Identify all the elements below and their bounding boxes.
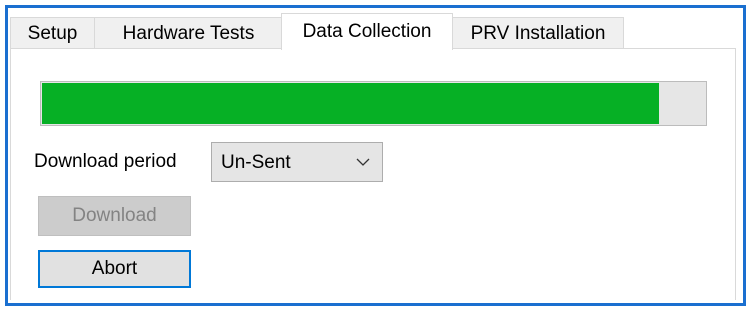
progress-bar-fill <box>42 83 659 124</box>
tab-setup[interactable]: Setup <box>10 17 95 49</box>
tab-data-collection-label: Data Collection <box>302 21 432 42</box>
tab-data-collection[interactable]: Data Collection <box>281 13 453 50</box>
download-button[interactable]: Download <box>38 196 191 236</box>
download-progress-bar <box>40 81 707 126</box>
download-period-selected-value: Un-Sent <box>221 152 291 173</box>
tab-hardware-tests-label: Hardware Tests <box>122 22 255 44</box>
tab-setup-label: Setup <box>27 22 78 44</box>
download-period-select[interactable]: Un-Sent <box>211 142 383 182</box>
abort-button[interactable]: Abort <box>38 250 191 288</box>
tab-strip: Setup Hardware Tests Data Collection PRV… <box>10 13 740 50</box>
tab-hardware-tests[interactable]: Hardware Tests <box>94 17 283 49</box>
chevron-down-icon <box>356 158 370 166</box>
tab-prv-installation-label: PRV Installation <box>470 22 606 44</box>
tab-prv-installation[interactable]: PRV Installation <box>452 17 624 49</box>
download-period-label: Download period <box>34 151 177 172</box>
